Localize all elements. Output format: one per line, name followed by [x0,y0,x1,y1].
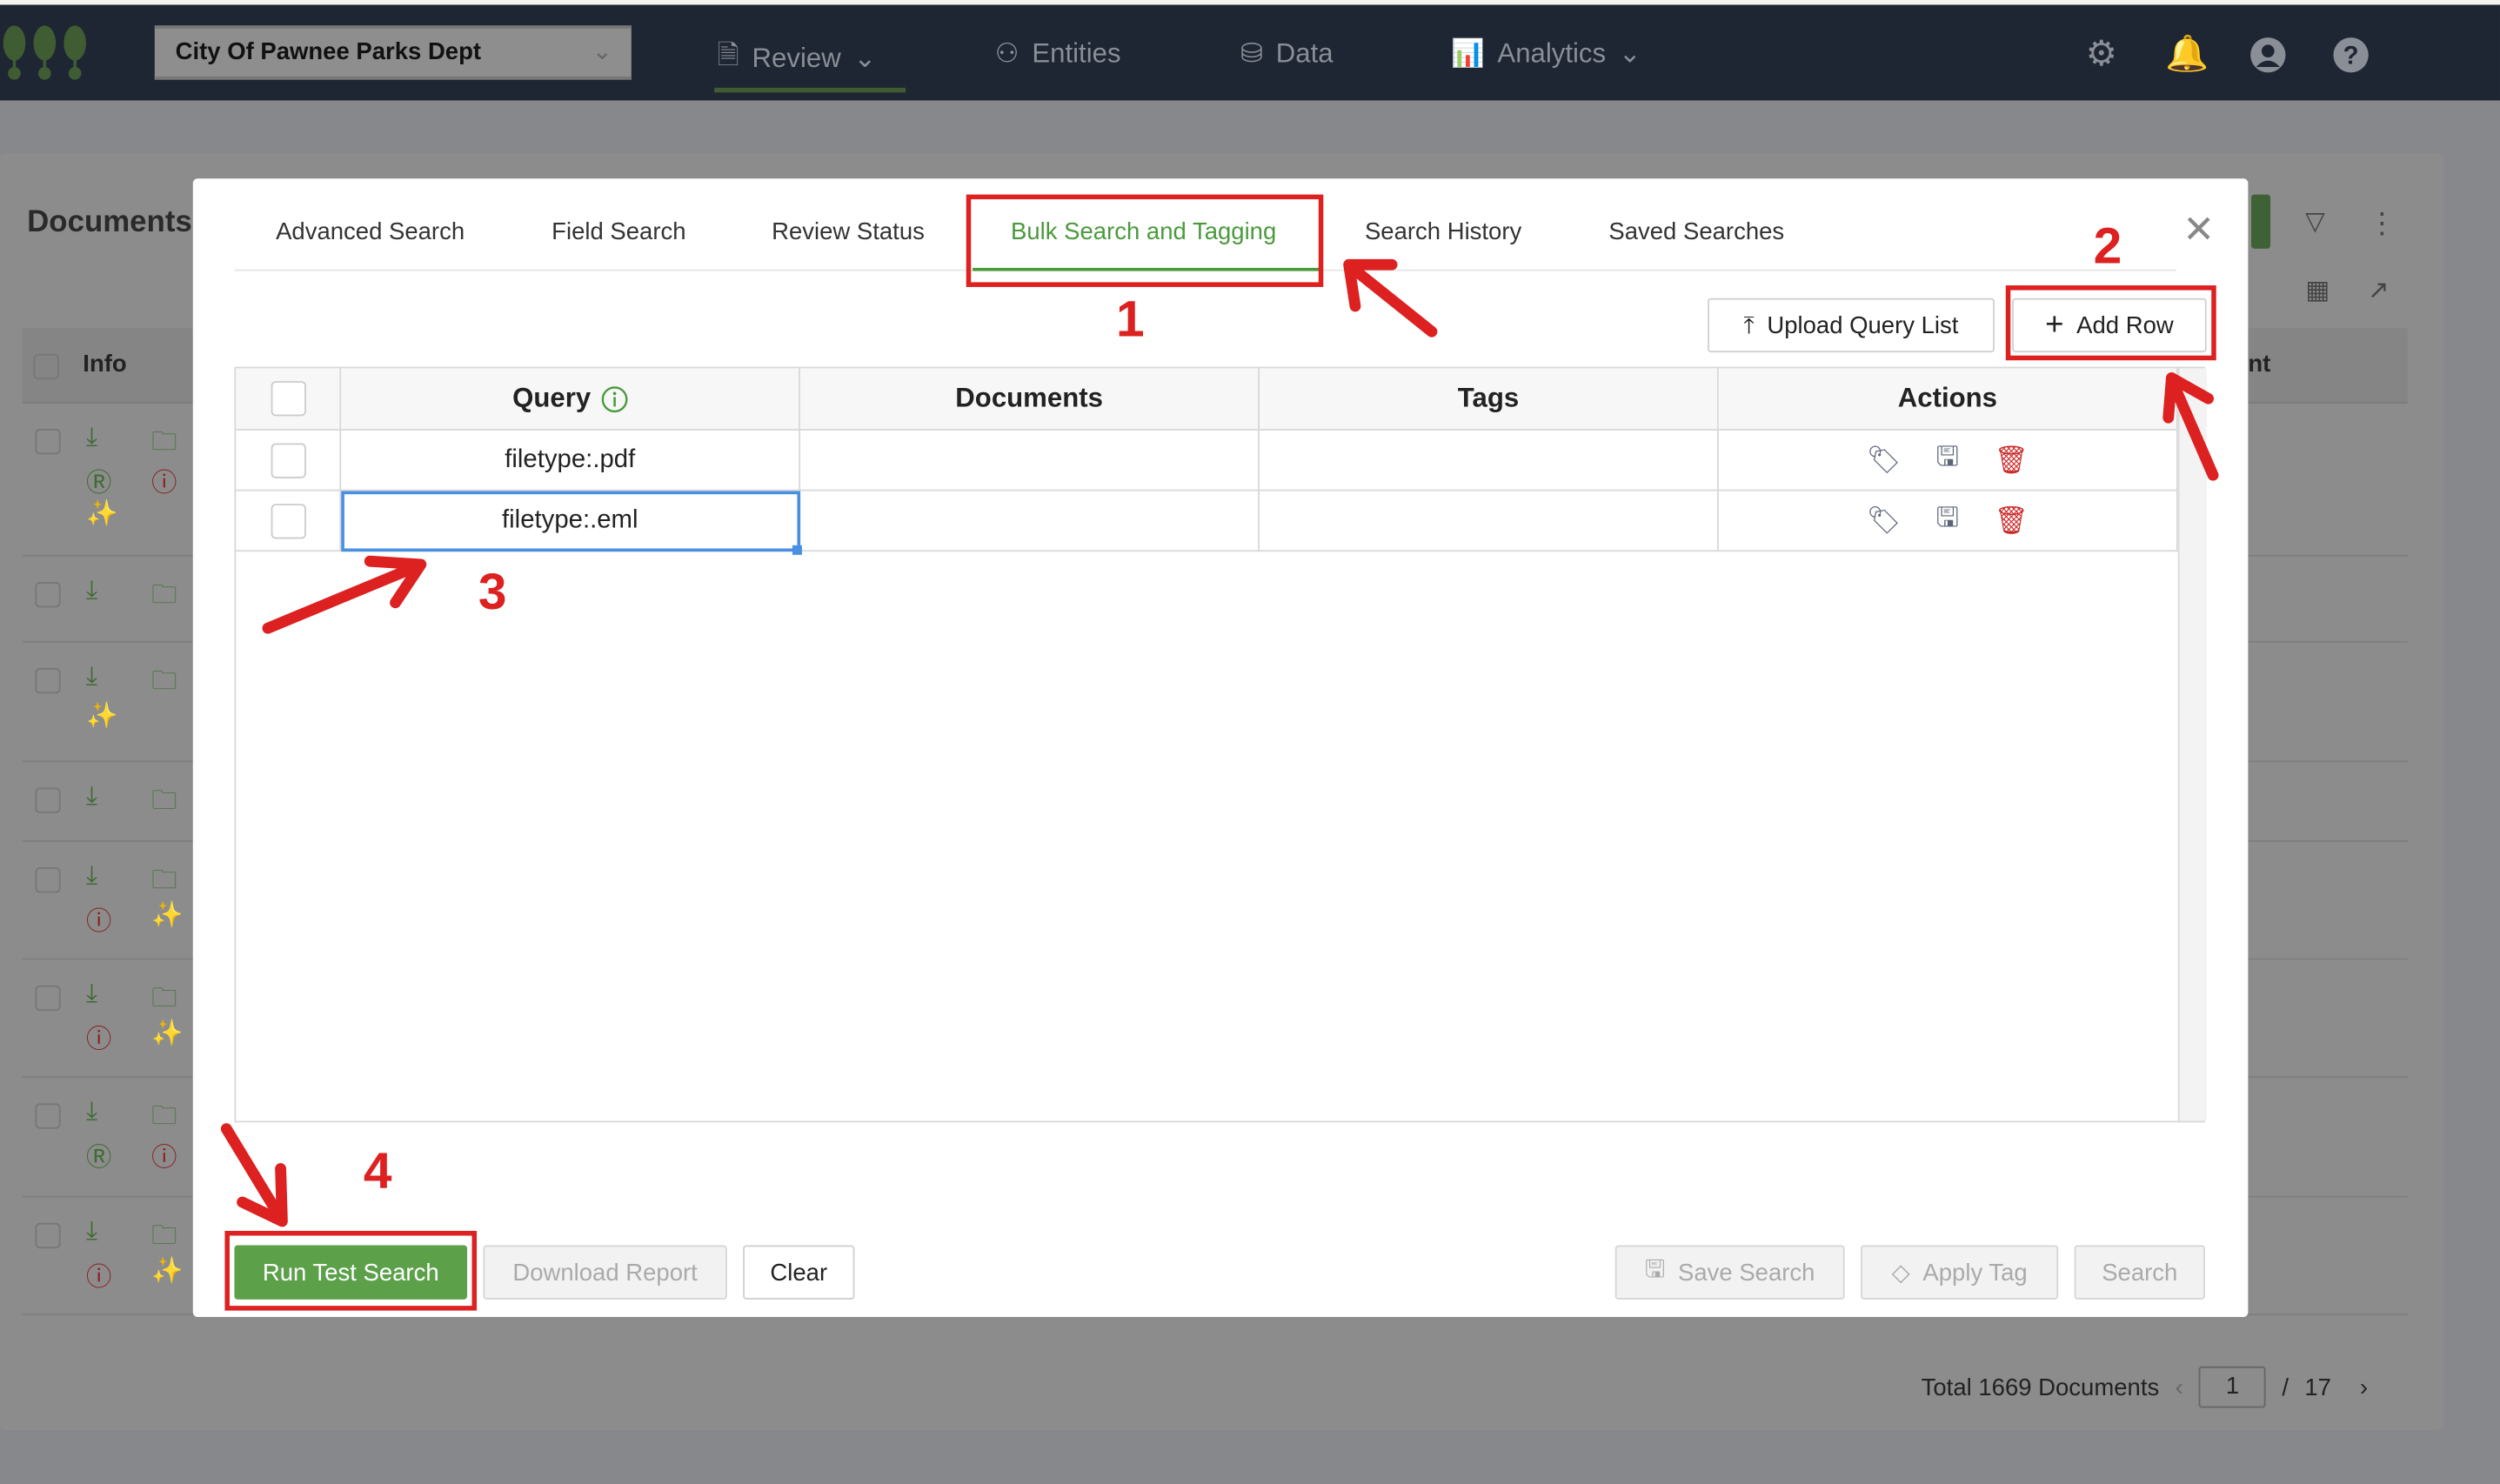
annotation-arrow-4 [220,1123,288,1227]
annotation-arrow-1 [1343,258,1438,338]
annotation-arrow-3 [262,555,427,634]
annotation-arrows [220,258,2219,1227]
annotation-arrow-2 [2162,371,2219,481]
